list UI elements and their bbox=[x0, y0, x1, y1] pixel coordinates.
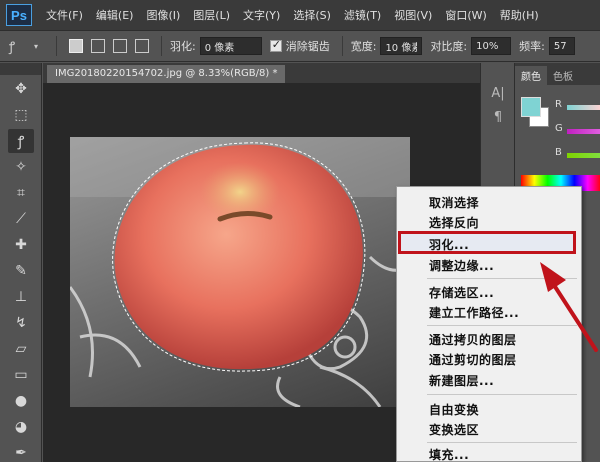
menu-separator bbox=[427, 325, 577, 326]
tools-panel: ✥ ⬚ ꝭ ✧ ⌗ ⟋ ✚ ✎ ⊥ ↯ ▱ ▭ ● ◕ ✒ bbox=[0, 63, 42, 462]
character-panel-icon[interactable]: A| bbox=[487, 83, 509, 103]
menu-item-fill[interactable]: 填充... bbox=[429, 446, 469, 462]
blue-slider[interactable]: B bbox=[555, 147, 600, 161]
green-slider[interactable]: G bbox=[555, 123, 600, 137]
eyedropper-tool-icon[interactable]: ⟋ bbox=[8, 207, 34, 231]
eraser-tool-icon[interactable]: ▱ bbox=[8, 337, 34, 361]
red-label: R bbox=[555, 99, 562, 110]
frequency-input[interactable] bbox=[548, 37, 575, 55]
photoshop-logo: Ps bbox=[6, 4, 32, 26]
subtract-selection-icon[interactable] bbox=[113, 39, 127, 53]
tab-swatches[interactable]: 色板 bbox=[547, 66, 579, 85]
blur-tool-icon[interactable]: ● bbox=[8, 389, 34, 413]
menu-separator bbox=[427, 278, 577, 279]
menu-item-save-selection[interactable]: 存储选区... bbox=[429, 284, 494, 301]
tools-panel-header bbox=[0, 63, 41, 75]
new-selection-icon[interactable] bbox=[69, 39, 83, 53]
green-slider-bar[interactable] bbox=[567, 129, 600, 134]
menu-item-make-work-path[interactable]: 建立工作路径... bbox=[429, 304, 519, 321]
menu-bar: Ps 文件(F) 编辑(E) 图像(I) 图层(L) 文字(Y) 选择(S) 滤… bbox=[0, 0, 600, 30]
intersect-selection-icon[interactable] bbox=[135, 39, 149, 53]
lasso-tool-icon[interactable]: ꝭ bbox=[8, 129, 34, 153]
clone-stamp-tool-icon[interactable]: ⊥ bbox=[8, 285, 34, 309]
contrast-label: 对比度: bbox=[430, 40, 468, 53]
feather-label: 羽化: bbox=[170, 40, 196, 53]
context-menu: 取消选择 选择反向 羽化... 调整边缘... 存储选区... 建立工作路径..… bbox=[396, 186, 582, 462]
pen-tool-icon[interactable]: ✒ bbox=[8, 441, 34, 462]
menu-layer[interactable]: 图层(L) bbox=[193, 7, 230, 23]
menu-item-refine-edge[interactable]: 调整边缘... bbox=[429, 257, 494, 274]
menu-item-free-transform[interactable]: 自由变换 bbox=[429, 401, 479, 418]
tab-color[interactable]: 颜色 bbox=[515, 66, 547, 85]
highlight-box bbox=[398, 231, 576, 254]
menu-item-new-layer[interactable]: 新建图层... bbox=[429, 372, 494, 389]
width-input[interactable] bbox=[380, 37, 423, 55]
menu-select[interactable]: 选择(S) bbox=[293, 7, 331, 23]
menu-window[interactable]: 窗口(W) bbox=[445, 7, 486, 23]
blue-slider-bar[interactable] bbox=[567, 153, 600, 158]
menu-item-select-inverse[interactable]: 选择反向 bbox=[429, 214, 479, 231]
red-slider-bar[interactable] bbox=[567, 105, 600, 110]
divider bbox=[56, 36, 57, 56]
blue-label: B bbox=[555, 147, 562, 158]
color-panel-tabs: 颜色 色板 bbox=[515, 63, 600, 85]
contrast-input[interactable] bbox=[471, 37, 512, 55]
history-brush-tool-icon[interactable]: ↯ bbox=[8, 311, 34, 335]
antialias-label: 消除锯齿 bbox=[285, 40, 330, 53]
foreground-color-swatch[interactable] bbox=[521, 97, 541, 117]
menu-item-transform-selection[interactable]: 变换选区 bbox=[429, 421, 479, 438]
dodge-tool-icon[interactable]: ◕ bbox=[8, 415, 34, 439]
photo-canvas[interactable] bbox=[70, 137, 410, 407]
green-label: G bbox=[555, 123, 563, 134]
document-tab-bar: IMG20180220154702.jpg @ 8.33%(RGB/8) * bbox=[43, 63, 480, 83]
divider bbox=[341, 36, 343, 56]
photo-image bbox=[70, 137, 410, 407]
add-selection-icon[interactable] bbox=[91, 39, 105, 53]
menu-image[interactable]: 图像(I) bbox=[146, 7, 180, 23]
gradient-tool-icon[interactable]: ▭ bbox=[8, 363, 34, 387]
options-bar: ꝭ ▾ 羽化: 消除锯齿 宽度: 对比度: 频率: bbox=[0, 30, 600, 62]
menu-separator bbox=[427, 442, 577, 443]
menu-edit[interactable]: 编辑(E) bbox=[96, 7, 134, 23]
marquee-tool-icon[interactable]: ⬚ bbox=[8, 103, 34, 127]
menu-item-feather[interactable]: 羽化... bbox=[429, 236, 469, 253]
antialias-checkbox[interactable] bbox=[269, 38, 282, 52]
dropdown-arrow-icon[interactable]: ▾ bbox=[27, 37, 45, 55]
menu-item-layer-via-cut[interactable]: 通过剪切的图层 bbox=[429, 351, 517, 368]
menu-item-deselect[interactable]: 取消选择 bbox=[429, 194, 479, 211]
divider bbox=[161, 36, 162, 56]
width-label: 宽度: bbox=[350, 40, 377, 53]
frequency-label: 频率: bbox=[519, 40, 545, 53]
crop-tool-icon[interactable]: ⌗ bbox=[8, 181, 34, 205]
document-tab[interactable]: IMG20180220154702.jpg @ 8.33%(RGB/8) * bbox=[47, 65, 286, 83]
menu-type[interactable]: 文字(Y) bbox=[243, 7, 280, 23]
healing-brush-tool-icon[interactable]: ✚ bbox=[8, 233, 34, 257]
menu-filter[interactable]: 滤镜(T) bbox=[344, 7, 381, 23]
menu-file[interactable]: 文件(F) bbox=[46, 7, 83, 23]
move-tool-icon[interactable]: ✥ bbox=[8, 77, 34, 101]
menu-separator bbox=[427, 394, 577, 395]
menu-item-layer-via-copy[interactable]: 通过拷贝的图层 bbox=[429, 331, 517, 348]
paragraph-panel-icon[interactable]: ¶ bbox=[487, 107, 509, 127]
menu-view[interactable]: 视图(V) bbox=[394, 7, 432, 23]
brush-tool-icon[interactable]: ✎ bbox=[8, 259, 34, 283]
feather-input[interactable] bbox=[199, 37, 262, 55]
document-tab-title: IMG20180220154702.jpg @ 8.33%(RGB/8) * bbox=[55, 68, 278, 79]
menu-help[interactable]: 帮助(H) bbox=[500, 7, 539, 23]
red-slider[interactable]: R bbox=[555, 99, 600, 113]
magnetic-lasso-icon[interactable]: ꝭ bbox=[3, 37, 21, 55]
magic-wand-tool-icon[interactable]: ✧ bbox=[8, 155, 34, 179]
